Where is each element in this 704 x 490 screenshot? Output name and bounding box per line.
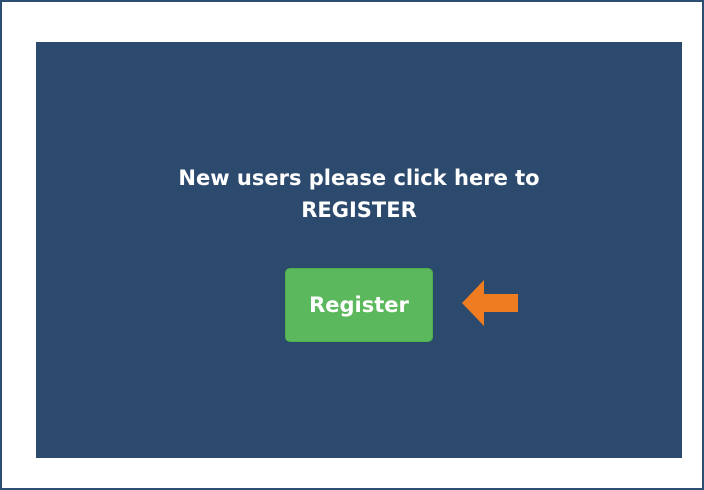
register-panel: New users please click here to REGISTER … <box>36 42 682 458</box>
register-message: New users please click here to REGISTER <box>36 162 682 226</box>
register-button[interactable]: Register <box>285 268 433 342</box>
register-message-line2: REGISTER <box>301 198 417 222</box>
register-frame: New users please click here to REGISTER … <box>0 0 704 490</box>
arrow-left-icon <box>462 280 518 326</box>
register-message-line1: New users please click here to <box>178 166 540 190</box>
